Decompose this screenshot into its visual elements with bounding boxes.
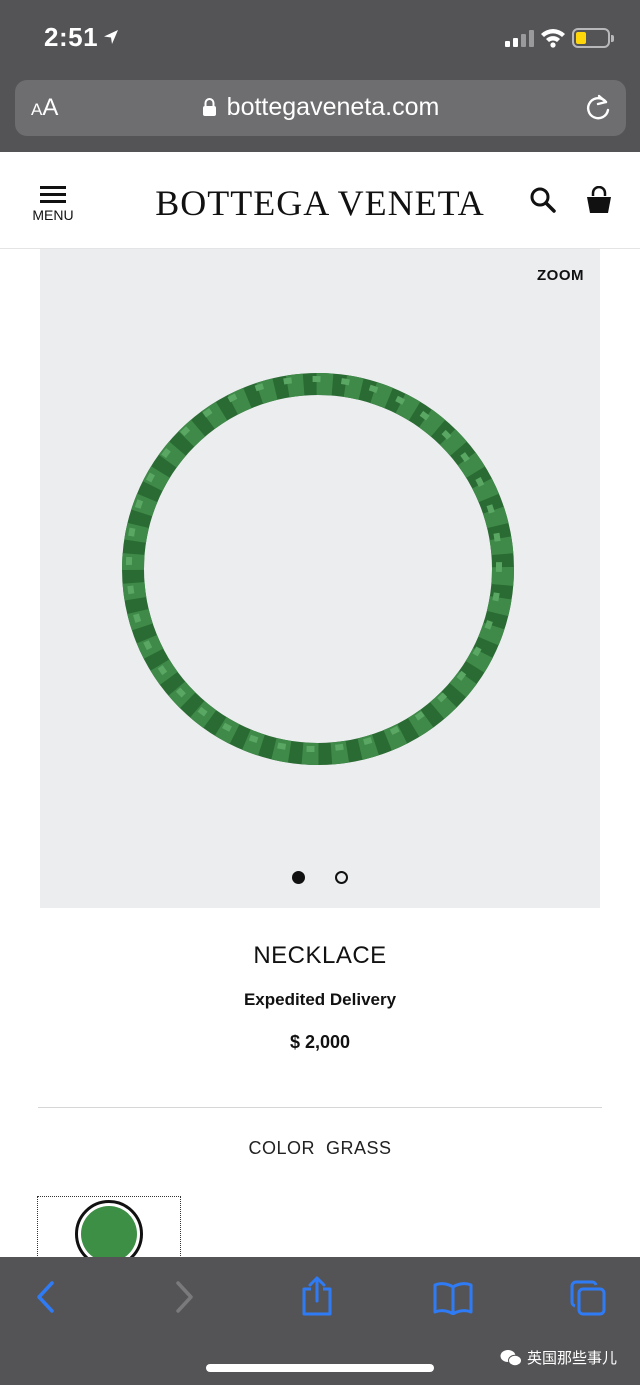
time-text: 2:51 [44,22,99,52]
shopping-bag-icon[interactable] [586,186,612,214]
product-image-carousel[interactable]: ZOOM [40,249,600,908]
status-time: 2:51 [44,22,120,53]
back-icon[interactable] [34,1279,58,1315]
location-arrow-icon [104,30,119,44]
home-indicator[interactable] [206,1364,434,1372]
browser-top-chrome: 2:51 AAAA bottegaveneta.com [0,0,640,152]
lock-icon [202,98,216,116]
zoom-button[interactable]: ZOOM [537,267,584,284]
reload-icon[interactable] [584,93,612,123]
carousel-dots [40,871,600,884]
search-icon[interactable] [529,186,557,214]
wechat-icon [500,1349,522,1366]
product-name: NECKLACE [253,942,387,969]
browser-toolbar: 英国那些事儿 [0,1257,640,1385]
share-icon[interactable] [300,1275,334,1317]
product-price: $ 2,000 [289,1032,351,1052]
carousel-dot-2[interactable] [335,871,348,884]
delivery-info: Expedited Delivery [243,990,397,1009]
necklace-image [122,373,514,765]
wifi-icon [541,29,565,48]
url-text: bottegaveneta.com [226,93,440,121]
watermark-text: 英国那些事儿 [527,1350,618,1367]
forward-icon[interactable] [172,1279,196,1315]
url-field[interactable]: bottegaveneta.com [15,93,626,122]
bookmarks-icon[interactable] [433,1281,473,1315]
color-label: COLOR GRASS [248,1138,392,1158]
divider [38,1107,602,1108]
carousel-dot-1[interactable] [292,871,305,884]
tabs-icon[interactable] [569,1279,607,1317]
cellular-signal-icon [505,30,534,47]
watermark: 英国那些事儿 [500,1347,617,1368]
address-bar[interactable]: AAAA bottegaveneta.com [15,80,626,136]
battery-icon [572,28,614,48]
swatch-fill [81,1206,137,1262]
color-swatch-selector[interactable] [37,1196,181,1268]
